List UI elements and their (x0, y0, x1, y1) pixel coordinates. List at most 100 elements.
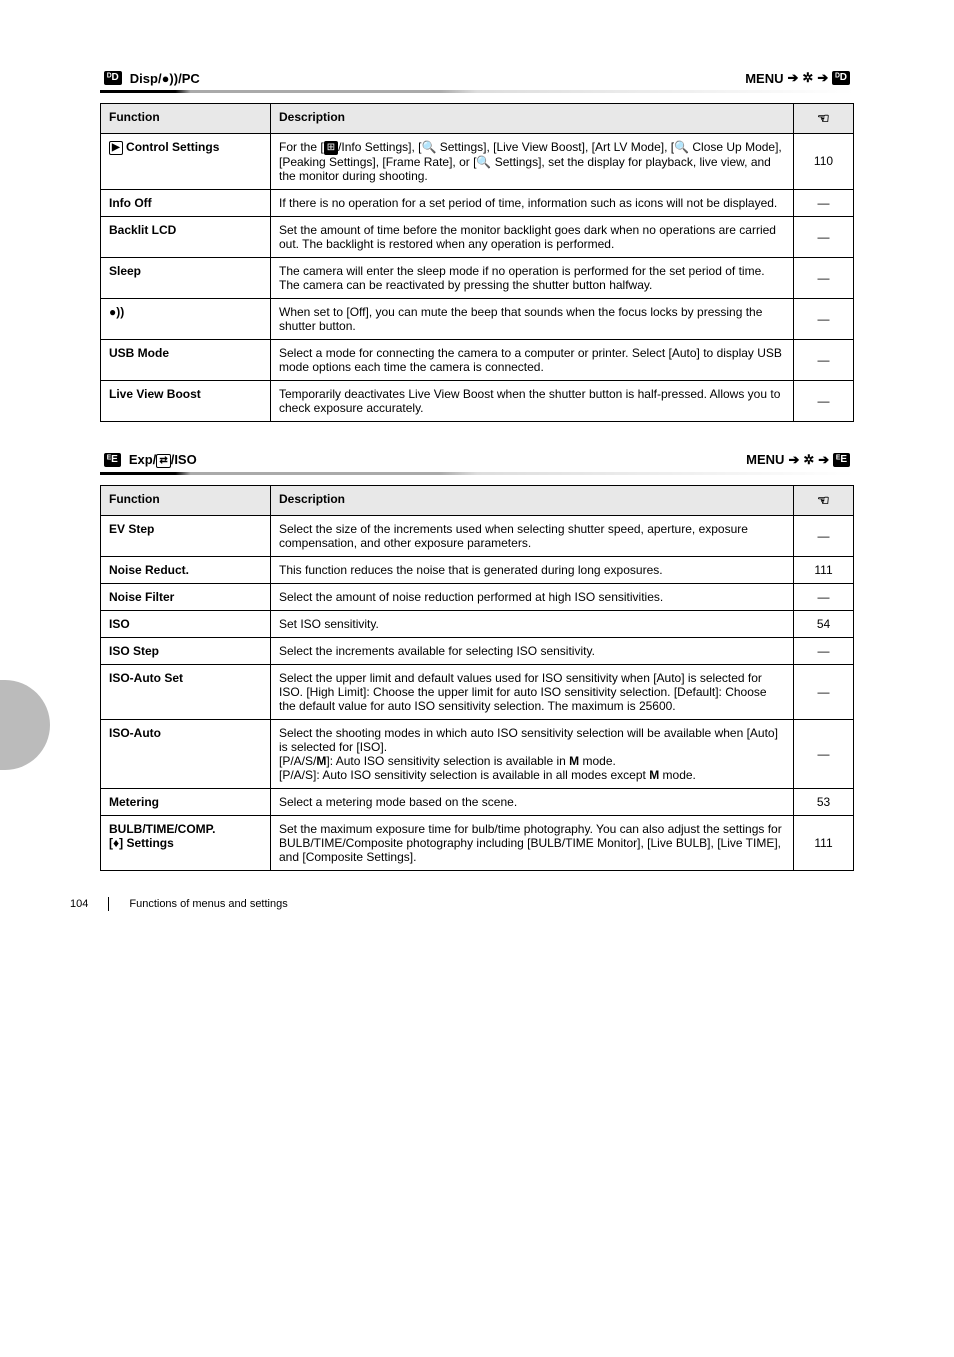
desc-cell: Select the amount of noise reduction per… (271, 583, 794, 610)
table-row: ▶ Control Settings For the [⊞/Info Setti… (101, 134, 854, 190)
mode-m-icon: M (569, 754, 579, 768)
page-footer: 104 Functions of menus and settings (70, 897, 288, 911)
func-cell: ISO-Auto Set (101, 664, 271, 719)
ref-cell: 111 (794, 556, 854, 583)
ref-cell: — (794, 719, 854, 788)
beep-icon: ●)) (109, 305, 124, 319)
table-row: Noise Reduct. This function reduces the … (101, 556, 854, 583)
ref-cell: — (794, 515, 854, 556)
func-cell: Noise Reduct. (101, 556, 271, 583)
footer-separator (108, 897, 109, 911)
table-row: BULB/TIME/COMP.[♦] Settings Set the maxi… (101, 815, 854, 870)
desc-cell: Set the maximum exposure time for bulb/t… (271, 815, 794, 870)
table-row: EV Step Select the size of the increment… (101, 515, 854, 556)
table-row: ISO Step Select the increments available… (101, 637, 854, 664)
func-cell: Noise Filter (101, 583, 271, 610)
desc-cell: This function reduces the noise that is … (271, 556, 794, 583)
arrow-icon: ➔ (817, 70, 828, 86)
arrow-icon: ➔ (788, 452, 799, 468)
section-d-rule (100, 90, 854, 93)
section-e-rule (100, 472, 854, 475)
section-e-header: ᴱE Exp/⇄/ISO MENU ➔ ✲ ➔ ᴱE (100, 452, 854, 468)
table-row: Sleep The camera will enter the sleep mo… (101, 257, 854, 298)
col-ref: ☞ (794, 104, 854, 134)
table-row: Info Off If there is no operation for a … (101, 189, 854, 216)
section-e-tab-icon: ᴱE (104, 453, 121, 467)
func-cell: Backlit LCD (101, 216, 271, 257)
desc-cell: Select the size of the increments used w… (271, 515, 794, 556)
func-cell: BULB/TIME/COMP.[♦] Settings (101, 815, 271, 870)
zoom-icon: 🔍 (421, 140, 436, 154)
desc-cell: Temporarily deactivates Live View Boost … (271, 380, 794, 421)
table-row: ISO-Auto Set Select the upper limit and … (101, 664, 854, 719)
ref-cell: — (794, 339, 854, 380)
monitor-icon: ▶ (109, 141, 123, 155)
table-row: ●)) When set to [Off], you can mute the … (101, 298, 854, 339)
beep-icon: ●)) (162, 71, 179, 86)
section-d-header: ᴰD Disp/●))/PC MENU ➔ ✲ ➔ ᴰD (100, 70, 854, 86)
desc-cell: Select the increments available for sele… (271, 637, 794, 664)
arrow-icon: ➔ (818, 452, 829, 468)
ref-cell: — (794, 257, 854, 298)
desc-cell: If there is no operation for a set perio… (271, 189, 794, 216)
menu-label: MENU (745, 71, 783, 86)
section-e-path: MENU ➔ ✲ ➔ ᴱE (746, 452, 850, 468)
table-row: USB Mode Select a mode for connecting th… (101, 339, 854, 380)
ref-cell: — (794, 189, 854, 216)
ref-cell: 53 (794, 788, 854, 815)
table-row: Live View Boost Temporarily deactivates … (101, 380, 854, 421)
section-d: ᴰD Disp/●))/PC MENU ➔ ✲ ➔ ᴰD Function De… (100, 70, 854, 422)
desc-cell: The camera will enter the sleep mode if … (271, 257, 794, 298)
table-row: ISO Set ISO sensitivity. 54 (101, 610, 854, 637)
col-ref: ☞ (794, 485, 854, 515)
section-e-tab-icon: ᴱE (833, 453, 850, 467)
table-header-row: Function Description ☞ (101, 104, 854, 134)
page-number: 104 (70, 898, 88, 910)
desc-cell: Select a mode for connecting the camera … (271, 339, 794, 380)
func-cell: ●)) (101, 298, 271, 339)
func-cell: Live View Boost (101, 380, 271, 421)
col-function: Function (101, 104, 271, 134)
table-row: Noise Filter Select the amount of noise … (101, 583, 854, 610)
func-text: Control Settings (126, 140, 219, 154)
func-cell: USB Mode (101, 339, 271, 380)
func-cell: Sleep (101, 257, 271, 298)
section-e-table: Function Description ☞ EV Step Select th… (100, 485, 854, 871)
section-e-title-text: Exp/⇄/ISO (129, 452, 197, 468)
desc-cell: Select a metering mode based on the scen… (271, 788, 794, 815)
desc-cell: Set the amount of time before the monito… (271, 216, 794, 257)
mode-m-icon: M (649, 768, 659, 782)
func-cell: Metering (101, 788, 271, 815)
col-function: Function (101, 485, 271, 515)
func-cell: Info Off (101, 189, 271, 216)
section-d-title-text: Disp/●))/PC (130, 71, 200, 86)
arrow-icon: ➔ (788, 70, 799, 86)
table-row: Backlit LCD Set the amount of time befor… (101, 216, 854, 257)
ref-cell: 54 (794, 610, 854, 637)
ref-cell: — (794, 298, 854, 339)
zoom-icon: 🔍 (476, 155, 491, 169)
desc-cell: Set ISO sensitivity. (271, 610, 794, 637)
zoom-icon: 🔍 (674, 140, 689, 154)
table-row: Metering Select a metering mode based on… (101, 788, 854, 815)
ref-cell: — (794, 583, 854, 610)
section-e: ᴱE Exp/⇄/ISO MENU ➔ ✲ ➔ ᴱE Function Desc… (100, 452, 854, 871)
section-d-tab-icon: ᴰD (104, 71, 122, 85)
ref-cell: 110 (794, 134, 854, 190)
desc-cell: Select the shooting modes in which auto … (271, 719, 794, 788)
table-row: ISO-Auto Select the shooting modes in wh… (101, 719, 854, 788)
col-description: Description (271, 485, 794, 515)
gear-icon: ✲ (803, 452, 814, 468)
ref-cell: — (794, 380, 854, 421)
menu-label: MENU (746, 452, 784, 467)
func-cell: EV Step (101, 515, 271, 556)
flash-bracket-icon: [♦] (109, 836, 123, 850)
side-tab: 4 (0, 680, 50, 770)
func-cell: ISO Step (101, 637, 271, 664)
col-description: Description (271, 104, 794, 134)
section-d-tab-icon: ᴰD (832, 71, 850, 85)
hand-icon: ☞ (817, 110, 830, 127)
section-e-title: ᴱE Exp/⇄/ISO (104, 452, 197, 468)
section-d-path: MENU ➔ ✲ ➔ ᴰD (745, 70, 850, 86)
ref-cell: 111 (794, 815, 854, 870)
